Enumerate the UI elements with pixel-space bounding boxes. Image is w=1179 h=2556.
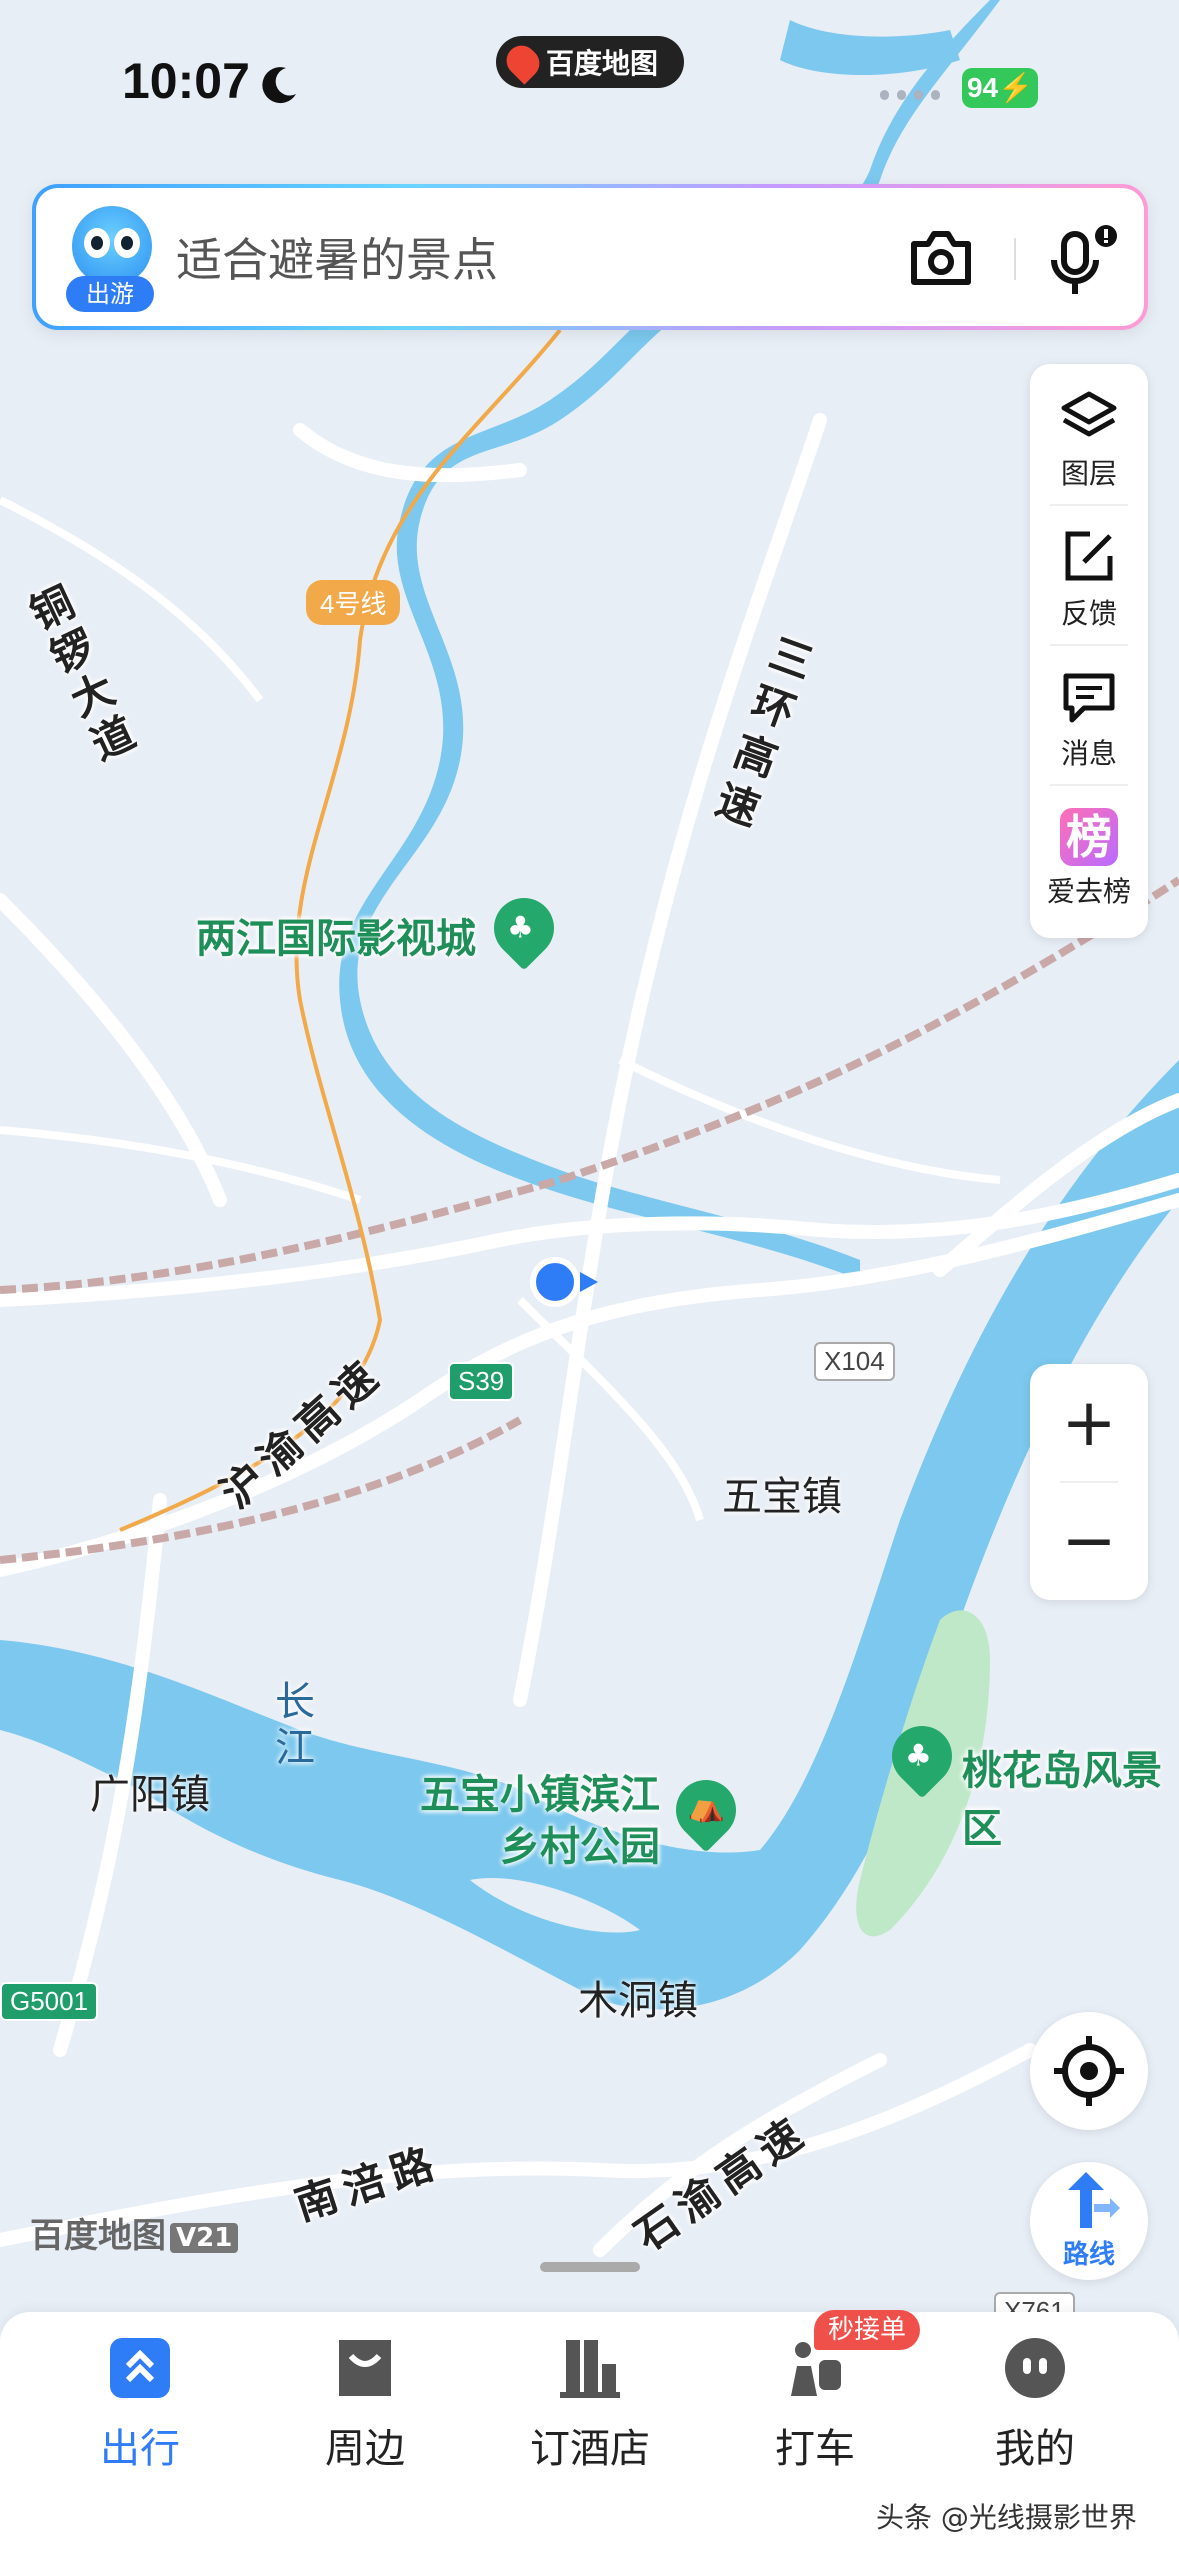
road-shield-s39: S39 <box>448 1362 515 1401</box>
poi-label-wubao-park-1[interactable]: 五宝小镇滨江 <box>420 1762 660 1820</box>
locate-icon <box>1054 2036 1124 2106</box>
message-button[interactable]: 消息 <box>1030 650 1148 780</box>
battery-indicator: 94⚡ <box>962 68 1038 108</box>
source-credit: 头条 @光线摄影世界 <box>876 2501 1137 2534</box>
divider <box>1014 238 1016 280</box>
feedback-button[interactable]: 反馈 <box>1030 510 1148 640</box>
watermark-version: V21 <box>170 2222 239 2253</box>
poi-label-wubao-park-2[interactable]: 乡村公园 <box>500 1814 660 1872</box>
map-canvas[interactable] <box>0 0 1179 2556</box>
hotel-icon <box>560 2340 620 2398</box>
mascot-icon[interactable]: 出游 <box>66 206 156 312</box>
route-arrow-icon <box>1068 2172 1120 2228</box>
message-label: 消息 <box>1060 737 1117 770</box>
app-badge[interactable]: 百度地图 <box>496 36 684 88</box>
town-label-wubao: 五宝镇 <box>722 1474 842 1520</box>
map-tools-panel: 图层 反馈 消息 榜 爱去榜 <box>1030 364 1148 938</box>
drawer-handle[interactable] <box>540 2262 640 2272</box>
search-input[interactable]: 适合避暑的景点 <box>176 224 498 290</box>
nav-travel-label: 出行 <box>100 2426 180 2472</box>
nav-nearby[interactable]: 周边 <box>275 2336 455 2486</box>
watermark-text: 百度地图 <box>30 2216 166 2256</box>
status-time: 10:07 <box>122 53 250 109</box>
road-shield-x104: X104 <box>814 1342 895 1381</box>
map-watermark: 百度地图 V21 <box>30 2208 239 2257</box>
rank-label: 爱去榜 <box>1046 875 1131 908</box>
town-label-guangyang: 广阳镇 <box>90 1772 210 1818</box>
camera-icon[interactable] <box>908 230 974 286</box>
zoom-panel: + − <box>1030 1364 1148 1600</box>
nav-hotel-label: 订酒店 <box>530 2426 650 2472</box>
nav-taxi[interactable]: 打车 <box>725 2336 905 2486</box>
layers-label: 图层 <box>1060 457 1117 490</box>
feedback-label: 反馈 <box>1060 597 1117 630</box>
layers-icon <box>1061 391 1117 437</box>
quick-pickup-badge: 秒接单 <box>814 2310 921 2350</box>
nav-profile-label: 我的 <box>995 2426 1075 2472</box>
app-badge-label: 百度地图 <box>546 47 659 80</box>
feedback-icon <box>1065 531 1113 581</box>
road-shield-g5001: G5001 <box>0 1982 99 2021</box>
nav-profile[interactable]: 我的 <box>945 2336 1125 2486</box>
river-label-yangtze: 长江 <box>268 1680 314 1772</box>
nearby-icon <box>339 2340 391 2396</box>
route-button[interactable]: 路线 <box>1030 2162 1148 2280</box>
mic-icon[interactable] <box>1048 224 1118 298</box>
metro-shield-line4: 4号线 <box>306 580 401 625</box>
travel-icon <box>110 2338 170 2398</box>
nav-taxi-label: 打车 <box>775 2426 855 2472</box>
moon-icon <box>262 67 296 104</box>
rank-button[interactable]: 榜 爱去榜 <box>1030 790 1148 920</box>
town-label-mudong: 木洞镇 <box>578 1978 698 2024</box>
layers-button[interactable]: 图层 <box>1030 370 1148 500</box>
mascot-tag: 出游 <box>66 276 154 312</box>
nav-travel[interactable]: 出行 <box>50 2336 230 2486</box>
locate-button[interactable] <box>1030 2012 1148 2130</box>
poi-label-film-city[interactable]: 两江国际影视城 <box>196 906 476 964</box>
route-label: 路线 <box>1062 2240 1115 2270</box>
zoom-in-button[interactable]: + <box>1030 1364 1148 1482</box>
message-icon <box>1063 673 1115 723</box>
nav-hotel[interactable]: 订酒店 <box>500 2336 680 2486</box>
search-bar[interactable]: 出游 适合避暑的景点 <box>32 184 1148 330</box>
profile-icon <box>1005 2338 1065 2398</box>
battery-level: 94 <box>966 72 999 103</box>
map-pin-icon <box>500 39 546 85</box>
nav-nearby-label: 周边 <box>325 2426 405 2472</box>
rank-icon: 榜 <box>1060 808 1118 866</box>
poi-label-peach-island[interactable]: 桃花岛风景区 <box>962 1738 1179 1854</box>
status-dots <box>880 90 940 102</box>
zoom-out-button[interactable]: − <box>1030 1482 1148 1600</box>
